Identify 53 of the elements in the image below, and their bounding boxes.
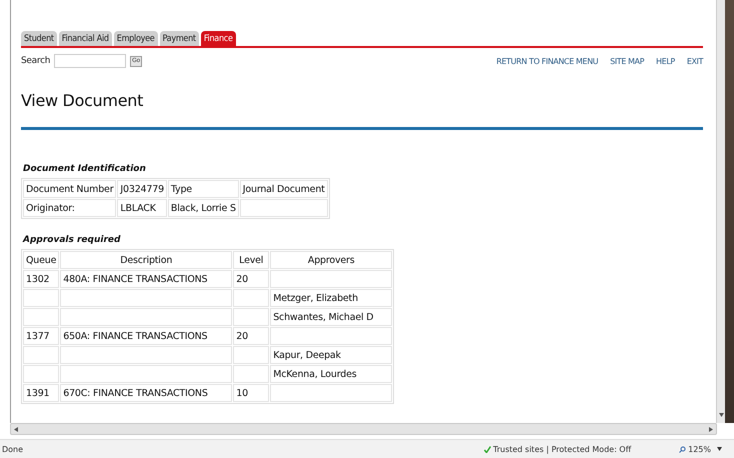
table-cell: Kapur, Deepak [270, 346, 392, 364]
table-cell: 1302 [23, 270, 60, 288]
section-heading: Approvals required [23, 235, 122, 245]
search-label: Search [21, 56, 50, 66]
table-cell [233, 289, 270, 307]
table-cell: McKenna, Lourdes [270, 365, 392, 383]
column-header: Approvers [270, 251, 392, 269]
table-cell: 20 [233, 327, 270, 345]
zoom-level[interactable]: 125% [688, 444, 711, 454]
table-cell: 10 [233, 384, 270, 402]
page-title: View Document [21, 91, 144, 110]
search-field[interactable] [54, 54, 126, 68]
table-cell: Originator: [23, 199, 116, 217]
scroll-right-icon[interactable] [709, 426, 713, 432]
table-cell: 1377 [23, 327, 60, 345]
checkmark-icon [484, 446, 492, 452]
table-cell: J0324779 [117, 180, 167, 198]
table-cell: LBLACK [117, 199, 167, 217]
table-cell: Black, Lorrie S [168, 199, 239, 217]
scroll-down-icon[interactable] [718, 413, 724, 417]
scroll-left-icon[interactable] [14, 426, 18, 432]
vertical-scrollbar[interactable] [716, 0, 725, 423]
table-cell: 20 [233, 270, 270, 288]
table-cell [233, 346, 270, 364]
table-cell: Document Number [23, 180, 116, 198]
nav-tab[interactable]: Employee [114, 31, 158, 46]
section-heading: Document Identification [23, 164, 147, 174]
nav-link[interactable]: HELP [656, 56, 675, 66]
security-zone: Trusted sites | Protected Mode: Off [493, 444, 632, 454]
table-cell: 650A: FINANCE TRANSACTIONS [60, 327, 232, 345]
column-header: Queue [23, 251, 60, 269]
dropdown-icon[interactable] [717, 447, 722, 451]
table-cell: Schwantes, Michael D [270, 308, 392, 326]
column-header: Description [60, 251, 232, 269]
table-cell: 670C: FINANCE TRANSACTIONS [60, 384, 232, 402]
table-cell [233, 365, 270, 383]
horizontal-scrollbar[interactable] [10, 423, 717, 435]
table-cell: Type [168, 180, 239, 198]
nav-tab[interactable]: Finance [200, 31, 236, 46]
nav-link[interactable]: RETURN TO FINANCE MENU [496, 56, 598, 66]
nav-link[interactable]: SITE MAP [610, 56, 644, 66]
table-cell: Metzger, Elizabeth [270, 289, 392, 307]
table-cell: 480A: FINANCE TRANSACTIONS [60, 270, 232, 288]
column-header: Level [233, 251, 270, 269]
table-cell: Journal Document [240, 180, 328, 198]
table-cell [233, 308, 270, 326]
nav-tab[interactable]: Financial Aid [58, 31, 112, 46]
table-cell: 1391 [23, 384, 60, 402]
nav-tab[interactable]: Student [21, 31, 57, 46]
magnifier-icon[interactable] [679, 446, 686, 452]
nav-link[interactable]: EXIT [686, 56, 703, 66]
status-text: Done [2, 444, 24, 454]
nav-tab[interactable]: Payment [160, 31, 199, 46]
